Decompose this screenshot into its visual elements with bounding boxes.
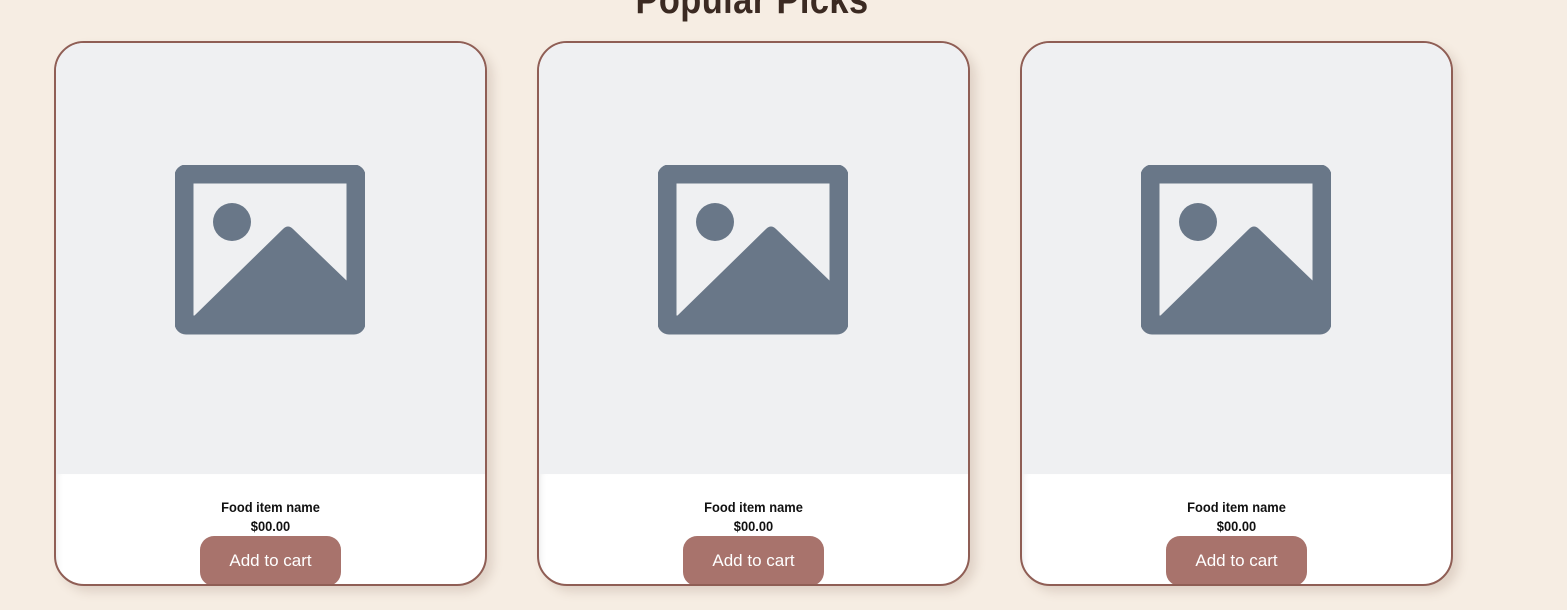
product-card: Food item name $00.00 Add to cart — [537, 41, 970, 586]
product-info: Food item name $00.00 Add to cart — [56, 474, 485, 584]
add-to-cart-button[interactable]: Add to cart — [1166, 536, 1307, 584]
product-image — [1022, 43, 1451, 474]
image-placeholder-icon — [657, 164, 848, 334]
product-card: Food item name $00.00 Add to cart — [1020, 41, 1453, 586]
item-price: $00.00 — [733, 518, 774, 534]
product-info: Food item name $00.00 Add to cart — [1022, 474, 1451, 584]
product-info: Food item name $00.00 Add to cart — [539, 474, 968, 584]
section-title: Popular Picks — [635, 0, 869, 22]
image-placeholder-icon — [1140, 164, 1331, 334]
product-image — [56, 43, 485, 474]
item-name: Food item name — [221, 499, 320, 515]
product-image — [539, 43, 968, 474]
image-placeholder-icon — [174, 164, 365, 334]
item-name: Food item name — [1187, 499, 1286, 515]
item-price: $00.00 — [250, 518, 291, 534]
product-card-list: Food item name $00.00 Add to cart Food i… — [54, 41, 1453, 586]
add-to-cart-button[interactable]: Add to cart — [683, 536, 824, 584]
add-to-cart-button[interactable]: Add to cart — [200, 536, 341, 584]
item-name: Food item name — [704, 499, 803, 515]
item-price: $00.00 — [1216, 518, 1257, 534]
product-card: Food item name $00.00 Add to cart — [54, 41, 487, 586]
